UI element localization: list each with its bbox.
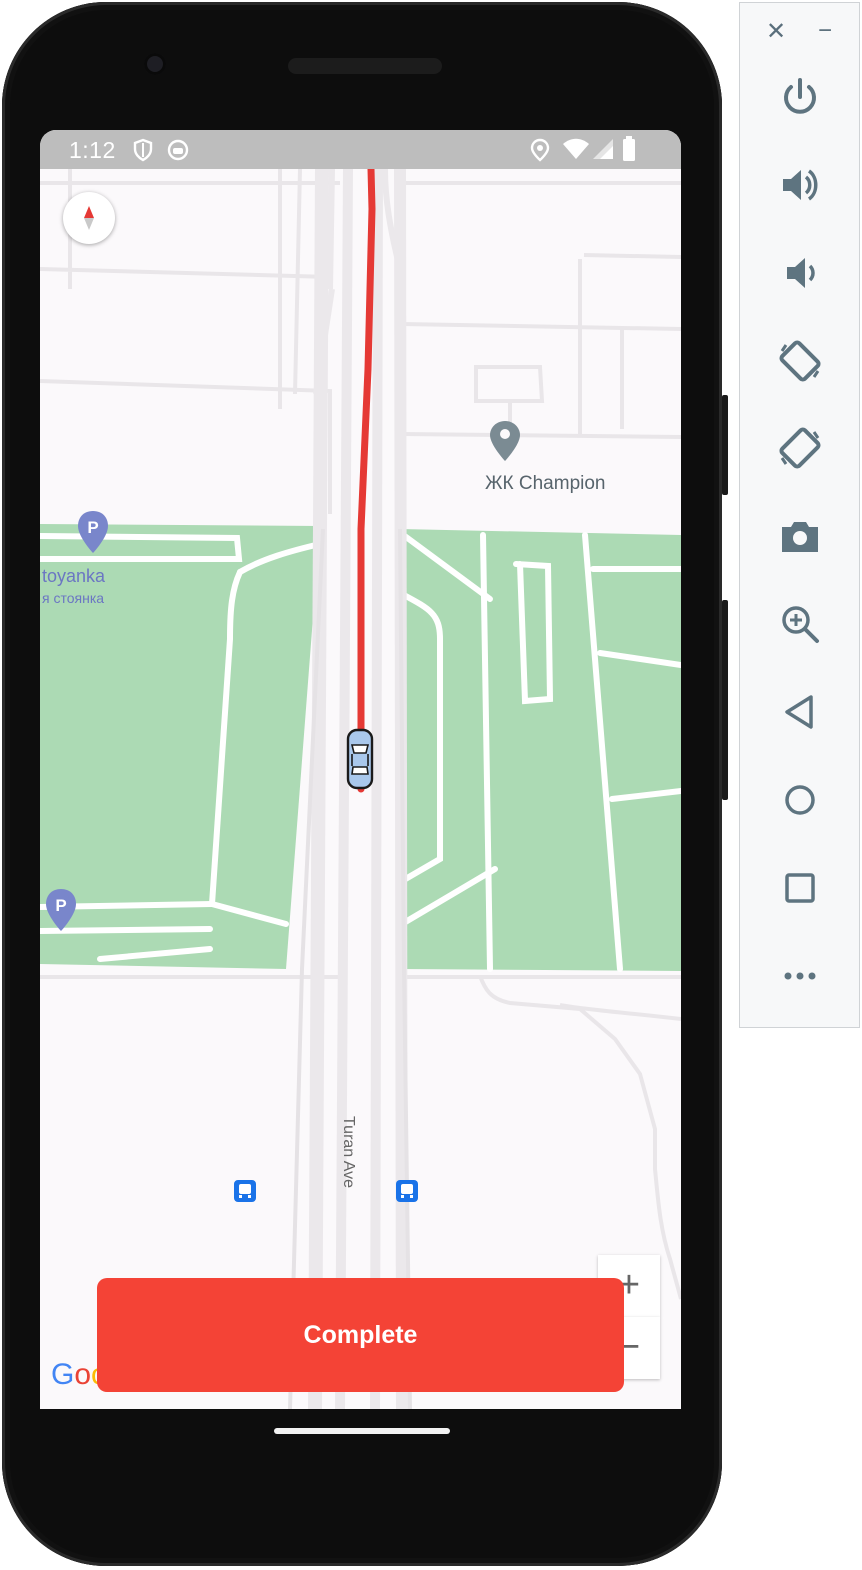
bus-stop-icon-right bbox=[396, 1180, 418, 1202]
map-view[interactable]: P P ЖК Champion toyanka я стоянка Turan … bbox=[40, 169, 681, 1409]
phone-side-button-lower bbox=[722, 600, 728, 800]
screenshot-button[interactable] bbox=[770, 506, 830, 566]
place-label: ЖК Champion bbox=[485, 473, 606, 494]
rotate-right-icon bbox=[779, 427, 821, 469]
emulator-toolbar: ✕ − bbox=[739, 2, 860, 1028]
car-marker bbox=[346, 728, 374, 790]
home-button[interactable] bbox=[770, 770, 830, 830]
zoom-button[interactable] bbox=[770, 594, 830, 654]
complete-button[interactable]: Complete bbox=[97, 1278, 624, 1392]
status-time: 1:12 bbox=[69, 137, 116, 163]
camera-icon bbox=[782, 522, 818, 552]
volume-down-icon bbox=[787, 258, 815, 288]
back-button[interactable] bbox=[770, 682, 830, 742]
compass-needle-icon bbox=[84, 206, 94, 230]
power-button[interactable] bbox=[770, 67, 830, 127]
bus-stop-icon-left bbox=[234, 1180, 256, 1202]
compass-button[interactable] bbox=[63, 192, 115, 244]
home-circle-icon bbox=[785, 785, 815, 815]
street-label: Turan Ave bbox=[340, 1116, 357, 1188]
status-bar: 1:12 bbox=[40, 130, 681, 169]
close-emulator-button[interactable]: ✕ bbox=[766, 17, 786, 46]
power-icon bbox=[784, 78, 816, 114]
more-options-button[interactable] bbox=[770, 946, 830, 1006]
location-pin-icon bbox=[530, 138, 550, 162]
google-logo-letter: o bbox=[74, 1358, 92, 1391]
battery-icon bbox=[623, 136, 635, 161]
face-icon bbox=[167, 139, 189, 161]
overview-square-icon bbox=[785, 873, 815, 903]
volume-up-button[interactable] bbox=[770, 155, 830, 215]
phone-side-button-upper bbox=[722, 395, 728, 495]
parking-label-2: я стоянка bbox=[42, 590, 104, 606]
shield-icon bbox=[133, 138, 153, 162]
wifi-icon bbox=[563, 138, 589, 159]
home-indicator[interactable] bbox=[274, 1428, 450, 1434]
svg-text:P: P bbox=[87, 518, 98, 537]
zoom-icon bbox=[782, 606, 819, 643]
earpiece-speaker bbox=[288, 58, 442, 74]
volume-down-button[interactable] bbox=[770, 243, 830, 303]
svg-text:P: P bbox=[55, 896, 66, 915]
minimize-emulator-button[interactable]: − bbox=[818, 17, 832, 45]
rotate-right-button[interactable] bbox=[770, 418, 830, 478]
volume-up-icon bbox=[783, 169, 818, 201]
cell-signal-icon bbox=[593, 139, 613, 159]
phone-screen: 1:12 P P ЖК Champion toyanka я стоянка T… bbox=[40, 130, 681, 1409]
front-camera bbox=[144, 53, 166, 75]
more-dots-icon bbox=[784, 972, 816, 980]
parking-label-1: toyanka bbox=[42, 566, 106, 586]
google-logo-letter: G bbox=[51, 1358, 75, 1391]
rotate-left-icon bbox=[779, 340, 821, 382]
rotate-left-button[interactable] bbox=[770, 331, 830, 391]
back-triangle-icon bbox=[785, 695, 813, 729]
overview-button[interactable] bbox=[770, 858, 830, 918]
